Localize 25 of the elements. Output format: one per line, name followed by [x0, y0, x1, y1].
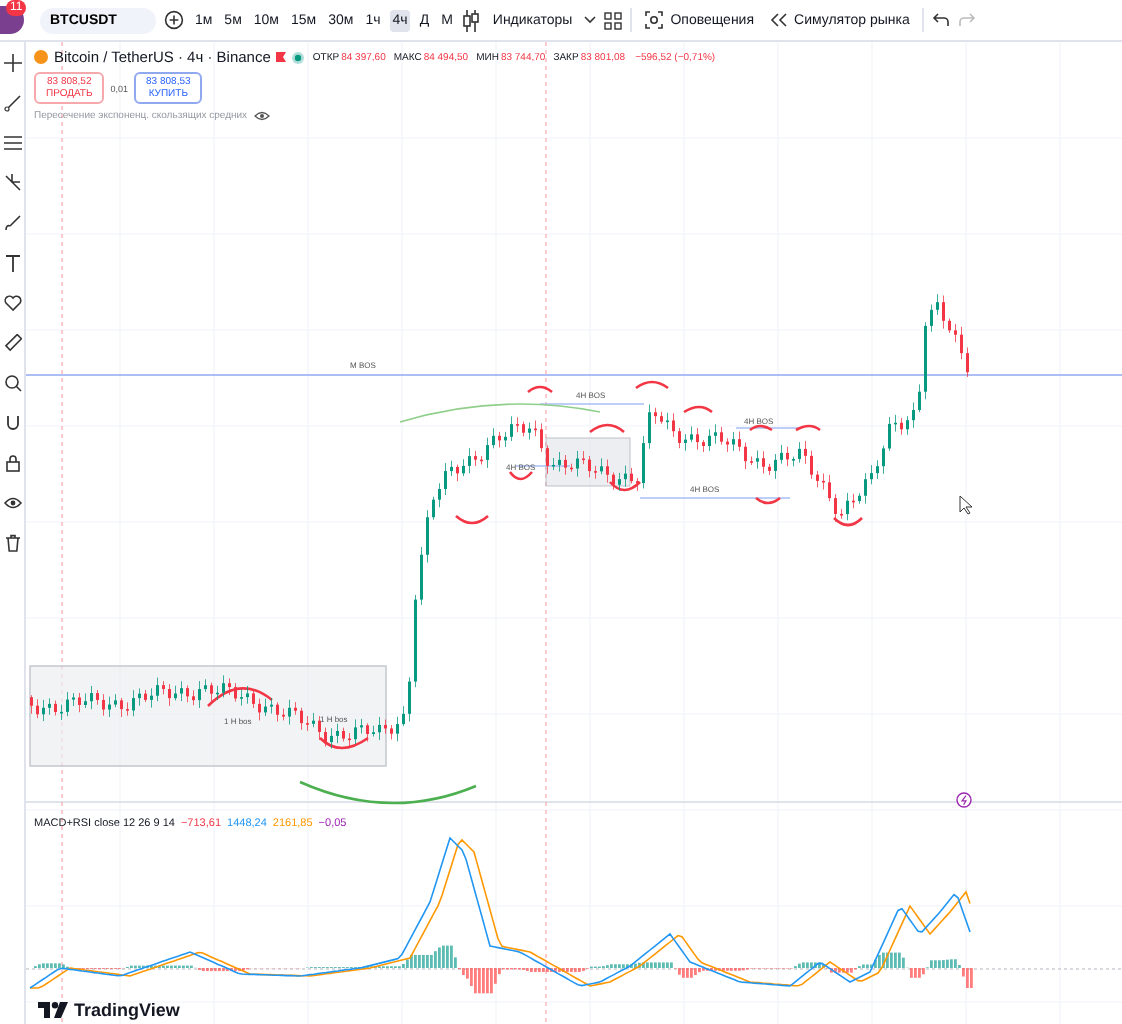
flag-icon[interactable]	[276, 51, 287, 63]
chevron-down-icon[interactable]	[584, 16, 597, 24]
status-dot-icon	[292, 51, 305, 63]
ruler-icon[interactable]	[3, 334, 21, 352]
trash-icon[interactable]	[3, 534, 21, 552]
crosshair-icon[interactable]	[3, 54, 21, 72]
lines-icon[interactable]	[3, 134, 21, 152]
candlestick-icon[interactable]	[462, 9, 481, 31]
trend-line-icon[interactable]	[3, 94, 21, 112]
undo-icon[interactable]	[931, 12, 950, 28]
cursor-icon	[959, 495, 973, 515]
brush-icon[interactable]	[3, 214, 21, 232]
magnet-icon[interactable]	[3, 414, 21, 432]
bitcoin-icon	[34, 50, 48, 64]
grid-icon[interactable]	[604, 11, 623, 29]
lock-icon[interactable]	[3, 454, 21, 472]
lightning-circle-icon[interactable]	[956, 792, 972, 808]
plus-icon[interactable]	[164, 10, 185, 30]
zoom-icon[interactable]	[3, 374, 21, 392]
tradingview-logo-text: TradingView	[74, 1000, 180, 1020]
heart-icon[interactable]	[3, 294, 21, 312]
eye-icon[interactable]	[3, 494, 21, 512]
text-icon[interactable]	[3, 254, 21, 272]
tradingview-logo-icon	[38, 1002, 68, 1018]
rewind-icon	[770, 12, 789, 28]
